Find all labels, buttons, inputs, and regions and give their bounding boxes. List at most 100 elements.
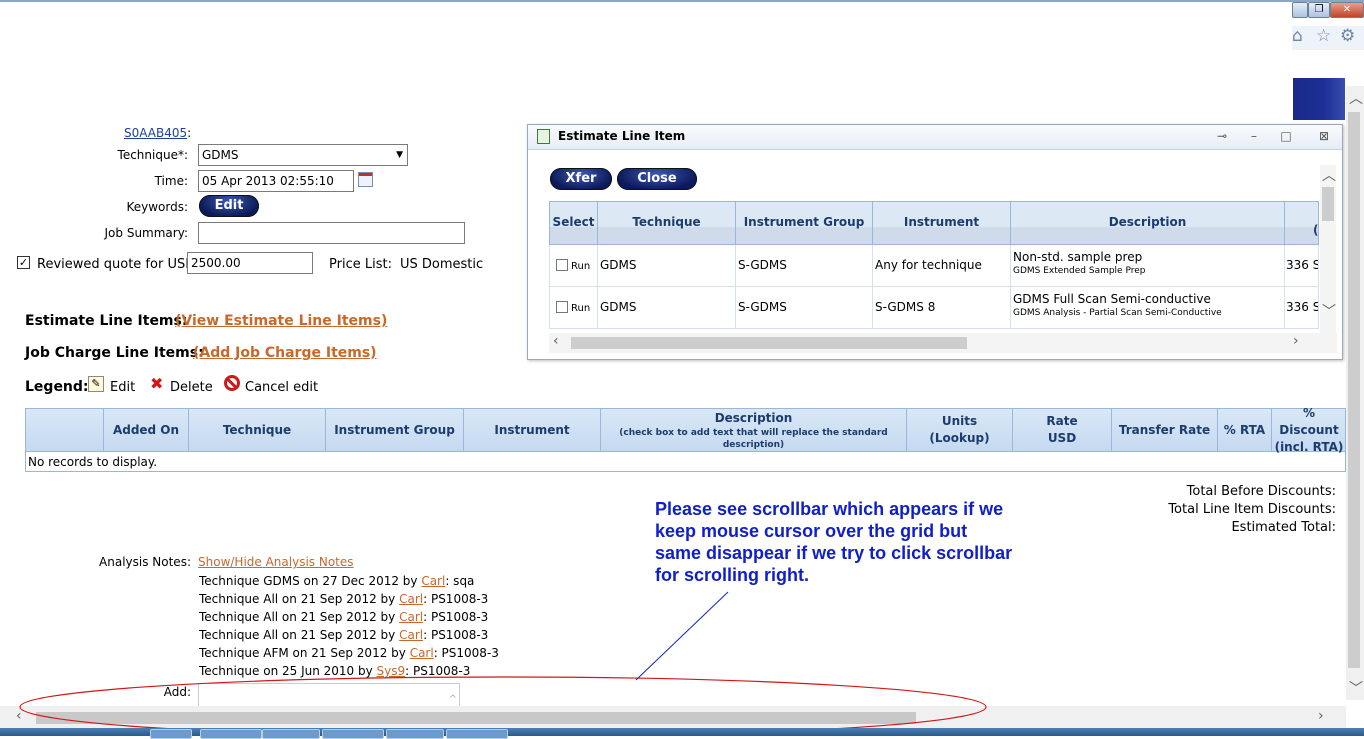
pin-icon[interactable]: ⊸ <box>1214 128 1230 144</box>
dialog-col-instrument[interactable]: Instrument <box>873 202 1011 244</box>
dialog-row[interactable]: Run GDMS S-GDMS S-GDMS 8 GDMS Full Scan … <box>549 287 1319 329</box>
dialog-titlebar[interactable]: Estimate Line Item ⊸ – □ ⊠ <box>528 125 1342 150</box>
taskbar-item[interactable] <box>200 729 262 739</box>
gear-icon[interactable]: ⚙ <box>1340 26 1355 46</box>
grid-empty-text: No records to display. <box>28 455 158 469</box>
units-header-text: Units <box>941 414 978 428</box>
dialog-col-cut-off[interactable]: (I <box>1285 202 1318 244</box>
grid-col-rta[interactable]: % RTA <box>1218 409 1272 451</box>
dialog-close-button[interactable]: Close <box>617 168 697 190</box>
minimize-window-button[interactable] <box>1292 2 1308 18</box>
star-icon[interactable]: ☆ <box>1316 26 1331 46</box>
units-header-sub: (Lookup) <box>929 431 990 445</box>
dialog-scroll-right-icon[interactable]: › <box>1293 333 1299 349</box>
view-estimate-link[interactable]: (View Estimate Line Items) <box>175 313 387 329</box>
ref-link[interactable]: S0AAB405 <box>124 126 187 140</box>
row-technique: GDMS <box>598 245 736 286</box>
legend-cancel-text: Cancel edit <box>245 380 319 395</box>
dialog-scroll-down-icon[interactable]: ﹀ <box>1322 301 1336 321</box>
ref-row: S0AAB405: <box>124 126 191 140</box>
reviewed-label: Reviewed quote for USD <box>37 257 196 272</box>
row-description: GDMS Full Scan Semi-conductive GDMS Anal… <box>1011 287 1285 328</box>
calendar-icon[interactable] <box>358 172 373 187</box>
close-icon[interactable]: ✕ <box>1330 2 1364 18</box>
technique-value: GDMS <box>202 148 239 162</box>
xfer-button[interactable]: Xfer <box>550 168 612 190</box>
minimize-icon[interactable]: – <box>1246 128 1262 144</box>
dialog-col-description[interactable]: Description <box>1011 202 1285 244</box>
description-header-sub: (check box to add text that will replace… <box>619 427 888 450</box>
reviewed-checkbox[interactable]: ✓ <box>17 256 30 269</box>
grid-col-added-on[interactable]: Added On <box>104 409 189 451</box>
dialog-horizontal-scrollbar[interactable]: ‹ › <box>549 333 1337 353</box>
dialog-hscroll-thumb[interactable] <box>571 337 967 349</box>
legend-delete-text: Delete <box>170 380 213 395</box>
dialog-col-technique[interactable]: Technique <box>598 202 736 244</box>
add-job-charge-link[interactable]: (Add Job Charge Items) <box>193 345 377 361</box>
row-group: S-GDMS <box>736 245 873 286</box>
grid-col-instrument-group[interactable]: Instrument Group <box>326 409 464 451</box>
select-checkbox[interactable] <box>556 301 568 313</box>
dialog-scroll-left-icon[interactable]: ‹ <box>553 333 559 349</box>
home-icon[interactable]: ⌂ <box>1292 26 1303 46</box>
row-group: S-GDMS <box>736 287 873 328</box>
row-description: Non-std. sample prep GDMS Extended Sampl… <box>1011 245 1285 286</box>
taskbar-item[interactable] <box>386 729 444 739</box>
run-label: Run <box>571 261 591 272</box>
dialog-col-instrument-group[interactable]: Instrument Group <box>736 202 873 244</box>
window-top-border <box>0 0 1364 2</box>
scroll-up-icon[interactable]: ︿ <box>1349 88 1363 108</box>
time-label: Time: <box>154 174 188 188</box>
rate-header-sub: USD <box>1047 431 1077 445</box>
taskbar-item[interactable] <box>262 729 320 739</box>
show-hide-analysis-link[interactable]: Show/Hide Analysis Notes <box>198 555 354 569</box>
chevron-down-icon[interactable]: ▼ <box>396 145 403 165</box>
row-extra: 336 Sa <box>1286 300 1318 314</box>
dialog-title: Estimate Line Item <box>558 129 686 143</box>
dialog-row[interactable]: Run GDMS S-GDMS Any for technique Non-st… <box>549 245 1319 287</box>
grid-col-actions <box>26 409 104 451</box>
edit-keywords-button[interactable]: Edit <box>199 195 259 217</box>
grid-col-rate[interactable]: Rate USD <box>1013 409 1112 451</box>
annotation-overlay <box>19 591 987 736</box>
estimated-total-label: Estimated Total: <box>1231 520 1336 535</box>
reviewed-amount-input[interactable]: 2500.00 <box>187 252 313 274</box>
dialog-vertical-scrollbar[interactable]: ︿ ﹀ <box>1320 165 1336 333</box>
time-input[interactable]: 05 Apr 2013 02:55:10 <box>198 170 354 192</box>
grid-col-instrument[interactable]: Instrument <box>464 409 601 451</box>
grid-col-transfer-rate[interactable]: Transfer Rate <box>1112 409 1218 451</box>
pointer-line <box>635 591 729 681</box>
maximize-icon[interactable]: □ <box>1278 128 1294 144</box>
line-items-grid-body: No records to display. <box>25 452 1346 472</box>
rate-header-text: Rate <box>1046 414 1078 428</box>
taskbar <box>0 728 1364 739</box>
grid-col-units[interactable]: Units (Lookup) <box>907 409 1013 451</box>
dialog-col-select[interactable]: Select <box>550 202 598 244</box>
row-technique: GDMS <box>598 287 736 328</box>
restore-icon[interactable]: ❐ <box>1308 2 1330 18</box>
job-summary-label: Job Summary: <box>104 226 188 240</box>
row-instrument: Any for technique <box>873 245 1011 286</box>
total-line-item-discounts-label: Total Line Item Discounts: <box>1168 502 1336 517</box>
analysis-notes-label: Analysis Notes: <box>99 555 191 569</box>
taskbar-item[interactable] <box>322 729 384 739</box>
browser-toolbar-icons: ⌂ ☆ ⚙ <box>1292 26 1364 50</box>
row-extra: 336 Sa <box>1286 258 1318 272</box>
grid-col-technique[interactable]: Technique <box>189 409 326 451</box>
total-before-discounts-label: Total Before Discounts: <box>1186 484 1336 499</box>
close-icon[interactable]: ⊠ <box>1316 128 1332 144</box>
job-summary-input[interactable] <box>198 222 465 244</box>
dialog-scroll-up-icon[interactable]: ︿ <box>1322 165 1336 185</box>
taskbar-item[interactable] <box>150 729 192 739</box>
grid-col-description[interactable]: Description (check box to add text that … <box>601 409 907 451</box>
grid-col-discount[interactable]: % Discount (incl. RTA) <box>1272 406 1346 454</box>
price-list-value: US Domestic <box>400 257 484 272</box>
estimate-label: Estimate Line Items: <box>25 313 188 329</box>
taskbar-item[interactable] <box>446 729 508 739</box>
technique-select[interactable]: GDMS ▼ <box>198 144 408 166</box>
page-banner <box>1293 78 1345 120</box>
select-checkbox[interactable] <box>556 259 568 271</box>
dialog-vscroll-thumb[interactable] <box>1322 187 1334 221</box>
window-controls: ❐ ✕ <box>1292 2 1364 18</box>
row-instrument: S-GDMS 8 <box>873 287 1011 328</box>
